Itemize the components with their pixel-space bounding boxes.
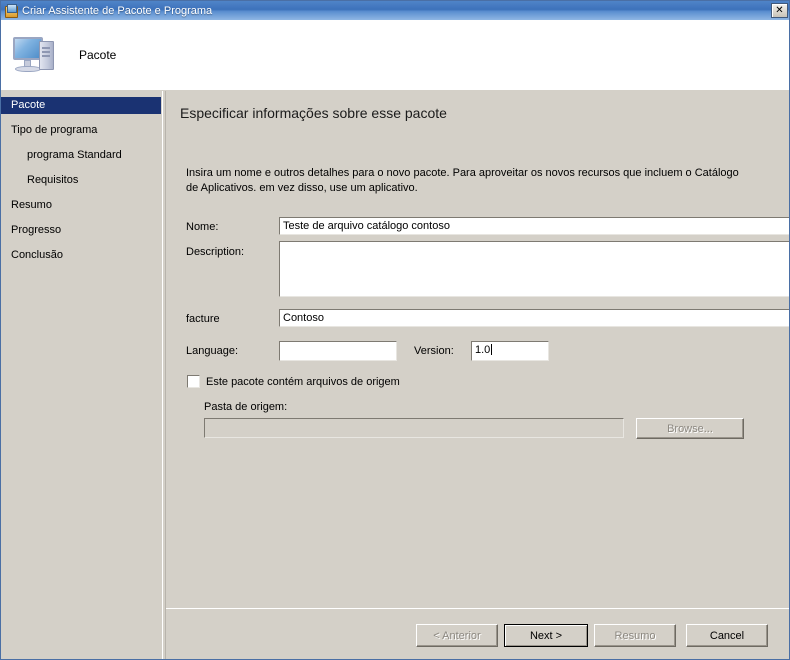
name-input[interactable]: Teste de arquivo catálogo contoso bbox=[279, 217, 790, 235]
source-folder-input bbox=[204, 418, 624, 438]
sidebar-item-tipo-de-programa[interactable]: Tipo de programa bbox=[1, 122, 161, 139]
description-label: Description: bbox=[186, 246, 244, 258]
previous-button: < Anterior bbox=[416, 624, 498, 647]
wizard-step-list: Pacote Tipo de programa programa Standar… bbox=[1, 91, 161, 660]
window-title: Criar Assistente de Pacote e Programa bbox=[22, 5, 212, 17]
header-title: Pacote bbox=[79, 48, 116, 62]
version-value: 1.0 bbox=[475, 344, 490, 356]
summary-button: Resumo bbox=[594, 624, 676, 647]
header-banner: Pacote bbox=[1, 20, 790, 90]
close-icon[interactable]: ✕ bbox=[771, 3, 788, 18]
cancel-button[interactable]: Cancel bbox=[686, 624, 768, 647]
source-files-checkbox[interactable] bbox=[187, 375, 200, 388]
page-title: Especificar informações sobre esse pacot… bbox=[180, 105, 447, 121]
wizard-window: Criar Assistente de Pacote e Programa ✕ … bbox=[0, 0, 790, 660]
source-files-checkbox-row[interactable]: Este pacote contém arquivos de origem bbox=[187, 375, 400, 388]
title-bar: Criar Assistente de Pacote e Programa ✕ bbox=[1, 1, 790, 20]
next-button[interactable]: Next > bbox=[504, 624, 588, 647]
name-label: Nome: bbox=[186, 221, 218, 233]
manufacturer-input[interactable]: Contoso bbox=[279, 309, 790, 327]
text-caret bbox=[491, 344, 492, 355]
computer-icon bbox=[11, 31, 63, 79]
source-folder-label: Pasta de origem: bbox=[204, 401, 287, 413]
package-wizard-icon bbox=[4, 4, 18, 18]
sidebar-item-progresso[interactable]: Progresso bbox=[1, 222, 161, 239]
sidebar-item-resumo[interactable]: Resumo bbox=[1, 197, 161, 214]
sidebar-item-programa-standard[interactable]: programa Standard bbox=[1, 147, 161, 164]
content-pane: Especificar informações sobre esse pacot… bbox=[166, 91, 790, 608]
browse-button: Browse... bbox=[636, 418, 744, 439]
version-label: Version: bbox=[414, 345, 454, 357]
page-description: Insira um nome e outros detalhes para o … bbox=[186, 166, 751, 196]
sidebar-item-requisitos[interactable]: Requisitos bbox=[1, 172, 161, 189]
sidebar-item-pacote[interactable]: Pacote bbox=[1, 97, 161, 114]
description-input[interactable] bbox=[279, 241, 790, 297]
language-label: Language: bbox=[186, 345, 238, 357]
source-files-checkbox-label: Este pacote contém arquivos de origem bbox=[206, 376, 400, 388]
version-input[interactable]: 1.0 bbox=[471, 341, 549, 361]
sidebar-item-conclusao[interactable]: Conclusão bbox=[1, 247, 161, 264]
language-input[interactable] bbox=[279, 341, 397, 361]
footer-button-bar: < Anterior Next > Resumo Cancel bbox=[166, 609, 790, 660]
sidebar-divider-light bbox=[162, 91, 163, 660]
manufacturer-label: facture bbox=[186, 313, 220, 325]
